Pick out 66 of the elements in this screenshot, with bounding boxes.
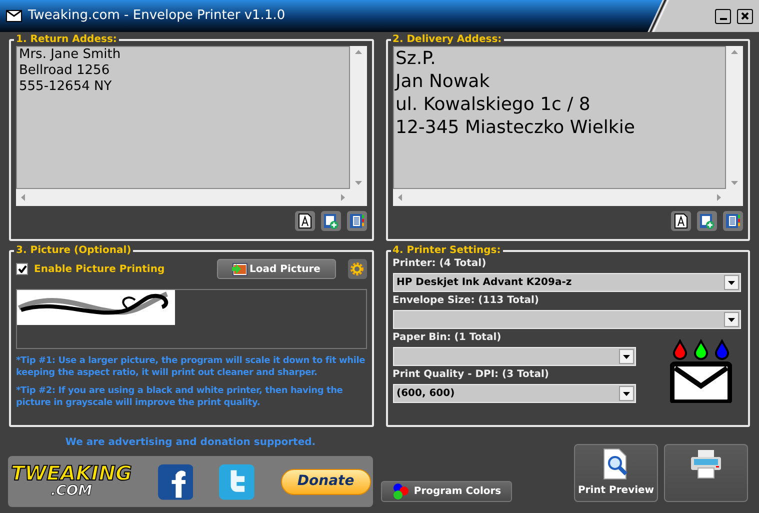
font-button[interactable] bbox=[671, 211, 691, 231]
envelope-icon bbox=[6, 10, 22, 22]
checkbox-label: Enable Picture Printing bbox=[34, 262, 165, 276]
scroll-left-icon[interactable] bbox=[21, 194, 25, 201]
font-icon bbox=[298, 213, 312, 229]
support-note: We are advertising and donation supported. bbox=[64, 436, 317, 450]
site-logo[interactable]: TWEAKING .COM bbox=[10, 464, 133, 500]
social-icon[interactable] bbox=[219, 464, 255, 500]
address-book-icon bbox=[348, 213, 364, 229]
dropdown-arrow-icon bbox=[622, 392, 630, 396]
section-title: 4. Printer Settings: bbox=[392, 245, 502, 257]
add-contact-button[interactable] bbox=[320, 211, 340, 231]
scroll-left-icon[interactable] bbox=[398, 194, 402, 201]
add-contact-icon bbox=[322, 213, 338, 229]
color-dots-icon bbox=[392, 483, 409, 500]
scroll-down-icon[interactable] bbox=[731, 181, 738, 185]
close-icon bbox=[741, 12, 749, 20]
font-button[interactable] bbox=[294, 211, 314, 231]
social-icon[interactable] bbox=[158, 464, 194, 500]
field-label: Print Quality - DPI: (3 Total) bbox=[392, 368, 550, 381]
settings-icon bbox=[350, 262, 364, 276]
address-book-icon bbox=[725, 213, 741, 229]
picture-icon bbox=[232, 262, 248, 276]
vertical-scrollbar[interactable] bbox=[726, 46, 743, 189]
donate-button[interactable]: Donate bbox=[280, 468, 372, 494]
document-search-icon bbox=[603, 448, 629, 480]
tip-text: *Tip #1: Use a larger picture, the program will scale it down to fit while keeping the aspect ratio, it will print out cleaner and sharper. bbox=[16, 355, 366, 379]
scroll-right-icon[interactable] bbox=[717, 194, 721, 201]
font-icon bbox=[674, 213, 688, 229]
scroll-up-icon[interactable] bbox=[354, 50, 362, 54]
minimize-icon bbox=[720, 18, 726, 20]
horizontal-scrollbar[interactable] bbox=[16, 189, 366, 206]
address-field[interactable]: Mrs. Jane Smith Bellroad 1256 555-12654 NY bbox=[16, 46, 350, 189]
envelope-ink-icon bbox=[670, 339, 732, 403]
dropdown[interactable]: HP Deskjet Ink Advant K209a-z bbox=[392, 273, 740, 292]
scroll-right-icon[interactable] bbox=[340, 194, 344, 201]
load-picture-button[interactable]: Load Picture bbox=[216, 259, 336, 279]
print-preview-button[interactable]: Print Preview bbox=[574, 444, 658, 502]
printer-icon bbox=[690, 449, 722, 479]
checkbox[interactable] bbox=[16, 263, 28, 275]
address-book-button[interactable] bbox=[723, 211, 743, 231]
settings-button[interactable] bbox=[348, 259, 366, 279]
tip-text: *Tip #2: If you are using a black and white printer, then having the picture in grayscale will improve the print quality. bbox=[16, 385, 344, 409]
close-button[interactable] bbox=[737, 8, 753, 24]
dropdown-arrow-icon bbox=[728, 318, 734, 322]
dropdown[interactable]: (600, 600) bbox=[392, 384, 636, 403]
window-title: Tweaking.com - Envelope Printer v1.1.0 bbox=[28, 7, 286, 26]
field-label: Envelope Size: (113 Total) bbox=[392, 294, 540, 307]
minimize-button[interactable] bbox=[715, 8, 731, 24]
address-field[interactable]: Sz.P. Jan Nowak ul. Kowalskiego 1c / 8 12-345 Miasteczko Wielkie bbox=[392, 46, 726, 189]
dropdown-arrow-icon bbox=[728, 280, 734, 284]
field-label: Printer: (4 Total) bbox=[392, 257, 488, 270]
scroll-down-icon[interactable] bbox=[354, 181, 362, 185]
add-contact-button[interactable] bbox=[697, 211, 717, 231]
vertical-scrollbar[interactable] bbox=[350, 46, 366, 189]
section-title: 3. Picture (Optional) bbox=[15, 245, 132, 257]
print-button[interactable] bbox=[664, 444, 748, 502]
scroll-up-icon[interactable] bbox=[731, 50, 738, 54]
section-title: 1. Return Addess: bbox=[15, 34, 118, 46]
section-title: 2. Delivery Addess: bbox=[392, 34, 503, 46]
horizontal-scrollbar[interactable] bbox=[392, 189, 743, 206]
address-book-button[interactable] bbox=[346, 211, 366, 231]
dropdown-arrow-icon bbox=[622, 354, 630, 358]
add-contact-icon bbox=[699, 213, 715, 229]
field-label: Paper Bin: (1 Total) bbox=[392, 331, 502, 344]
program-colors-button[interactable]: Program Colors bbox=[381, 481, 512, 502]
